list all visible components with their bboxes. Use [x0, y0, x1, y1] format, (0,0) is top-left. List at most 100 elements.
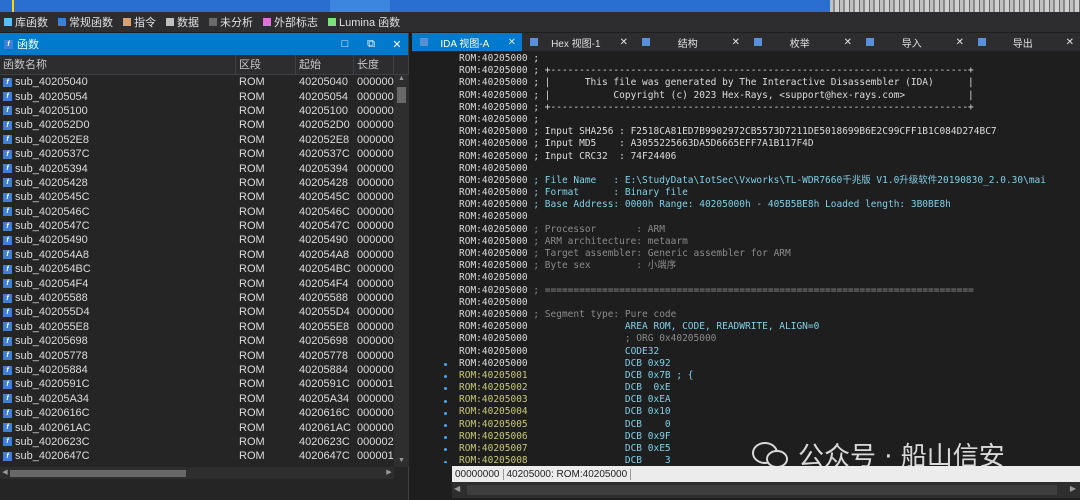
scroll-up-icon[interactable]: ▲ [394, 75, 409, 85]
disasm-line[interactable]: ROM:40205002 DCB 0xE [459, 382, 1079, 394]
tab-0[interactable]: IDA 视图-A ✕ [412, 33, 522, 51]
disasm-line[interactable]: ROM:40205000 CODE32 [459, 346, 1079, 358]
disasm-line[interactable]: ROM:40205000 ; +------------------------… [459, 102, 1079, 114]
disasm-line[interactable]: ROM:40205000 ; Input CRC32 : 74F24406 [459, 151, 1079, 163]
table-row[interactable]: fsub_402054A8ROM402054A80000001 [0, 248, 394, 262]
table-row[interactable]: fsub_40205428ROM402054280000003 [0, 176, 394, 190]
column-header-name[interactable]: 函数名称 [0, 54, 236, 75]
disasm-line[interactable]: ROM:40205004 DCB 0x10 [459, 406, 1079, 418]
close-button[interactable]: ✕ [386, 38, 408, 51]
tab-5[interactable]: 导出 ✕ [970, 33, 1080, 51]
start-cell: 40205490 [299, 234, 348, 247]
close-icon[interactable]: ✕ [508, 37, 516, 48]
table-row[interactable]: fsub_40205A34ROM40205A340000006 [0, 392, 394, 406]
navigation-band[interactable] [0, 0, 1080, 12]
scroll-down-icon[interactable]: ▼ [394, 457, 409, 467]
table-row[interactable]: fsub_4020546CROM4020546C0000008 [0, 205, 394, 219]
table-row[interactable]: fsub_402055D4ROM402055D40000001 [0, 305, 394, 319]
table-row[interactable]: fsub_402052E8ROM402052E80000009 [0, 133, 394, 147]
disasm-line[interactable]: ROM:40205000 AREA ROM, CODE, READWRITE, … [459, 321, 1079, 333]
table-row[interactable]: fsub_40205490ROM402054900000001 [0, 233, 394, 247]
table-row[interactable]: fsub_40205100ROM402051000000000 [0, 104, 394, 118]
tab-2[interactable]: 结构 ✕ [634, 33, 746, 51]
table-row[interactable]: fsub_402055E8ROM402055E80000008 [0, 320, 394, 334]
disasm-line[interactable]: ROM:40205000 ; Target assembler: Generic… [459, 248, 1079, 260]
function-icon: f [3, 77, 12, 87]
disasm-line[interactable]: ROM:40205000 ; Processor : ARM [459, 224, 1079, 236]
scrollbar-thumb[interactable] [10, 470, 186, 477]
table-row[interactable]: fsub_40205040ROM402050400000001 [0, 75, 394, 89]
scrollbar-thumb[interactable] [467, 485, 1057, 495]
close-icon[interactable]: ✕ [844, 37, 852, 48]
disasm-horizontal-scrollbar[interactable]: ◀ ▶ [452, 482, 1080, 498]
disasm-line[interactable]: ROM:40205005 DCB 0 [459, 419, 1079, 431]
scroll-left-icon[interactable]: ◀ [0, 467, 10, 479]
disassembly-listing[interactable]: ROM:40205000 ; ROM:40205000 ; +----------… [459, 53, 1079, 463]
functions-vertical-scrollbar[interactable]: ▲ ▼ [394, 75, 409, 467]
float-button[interactable]: ⧉ [360, 38, 382, 51]
table-row[interactable]: fsub_40205054ROM402050540000001 [0, 89, 394, 103]
tab-3[interactable]: 枚举 ✕ [746, 33, 858, 51]
table-row[interactable]: fsub_4020545CROM4020545C0000008 [0, 190, 394, 204]
tab-4[interactable]: 导入 ✕ [858, 33, 970, 51]
table-row[interactable]: fsub_4020547CROM4020547C0000001 [0, 219, 394, 233]
close-icon[interactable]: ✕ [732, 37, 740, 48]
functions-horizontal-scrollbar[interactable]: ◀ ▶ [0, 467, 394, 479]
disasm-line[interactable]: ROM:40205000 DCB 0x92 [459, 358, 1079, 370]
disasm-line[interactable]: ROM:40205000 ; | Copyright (c) 2023 Hex-… [459, 90, 1079, 102]
table-row[interactable]: fsub_40205778ROM402057780000000 [0, 348, 394, 362]
scroll-right-icon[interactable]: ▶ [384, 467, 394, 479]
function-icon: f [3, 192, 12, 202]
disasm-line[interactable]: ROM:40205000 ; | This file was generated… [459, 77, 1079, 89]
table-row[interactable]: fsub_402054F4ROM402054F40000009 [0, 276, 394, 290]
scrollbar-thumb[interactable] [397, 87, 406, 103]
disasm-line[interactable]: ROM:40205000 ; ORG 0x40205000 [459, 333, 1079, 345]
disasm-line[interactable]: ROM:40205000 [459, 163, 1079, 175]
tab-1[interactable]: Hex 视图-1 ✕ [522, 33, 634, 51]
scroll-right-icon[interactable]: ▶ [1070, 484, 1076, 493]
disasm-line[interactable]: ROM:40205000 ; +------------------------… [459, 65, 1079, 77]
ida-disassembly-view[interactable]: ROM:40205000 ; ROM:40205000 ; +----------… [412, 51, 1080, 463]
table-row[interactable]: fsub_4020616CROM4020616C0000003 [0, 406, 394, 420]
disasm-line[interactable]: ROM:40205000 [459, 297, 1079, 309]
column-header-length[interactable]: 长度 [354, 54, 394, 75]
segment-cell: ROM [239, 306, 265, 319]
navigation-cursor[interactable] [12, 0, 14, 12]
table-row[interactable]: fsub_402061ACROM402061AC0000000 [0, 420, 394, 434]
table-row[interactable]: fsub_4020647CROM4020647C000001A [0, 449, 394, 463]
disasm-line[interactable]: ROM:40205001 DCB 0x7B ; { [459, 370, 1079, 382]
disasm-line[interactable]: ROM:40205000 ; Format : Binary file [459, 187, 1079, 199]
disasm-line[interactable]: ROM:40205000 ; Segment type: Pure code [459, 309, 1079, 321]
table-row[interactable]: fsub_40205884ROM402058840000000 [0, 363, 394, 377]
disasm-line[interactable]: ROM:40205003 DCB 0xEA [459, 394, 1079, 406]
disasm-line[interactable]: ROM:40205000 ; [459, 114, 1079, 126]
disasm-line[interactable]: ROM:40205000 ; Byte sex : 小端序 [459, 260, 1079, 272]
disasm-line[interactable]: ROM:40205000 ; File Name : E:\StudyData\… [459, 175, 1079, 187]
disasm-line[interactable]: ROM:40205000 ; Input SHA256 : F2518CA81E… [459, 126, 1079, 138]
table-row[interactable]: fsub_40205394ROM402053940000001 [0, 161, 394, 175]
disasm-line[interactable]: ROM:40205000 ; ARM architecture: metaarm [459, 236, 1079, 248]
disasm-line[interactable]: ROM:40205000 [459, 272, 1079, 284]
table-row[interactable]: fsub_4020623CROM4020623C0000020 [0, 435, 394, 449]
column-header-segment[interactable]: 区段 [236, 54, 296, 75]
table-row[interactable]: fsub_40205698ROM402056980000000 [0, 334, 394, 348]
table-row[interactable]: fsub_402052D0ROM402052D00000001 [0, 118, 394, 132]
scroll-left-icon[interactable]: ◀ [454, 484, 460, 493]
table-row[interactable]: fsub_40205588ROM402055880000001 [0, 291, 394, 305]
table-row[interactable]: fsub_4020537CROM4020537C0000001 [0, 147, 394, 161]
close-icon[interactable]: ✕ [620, 37, 628, 48]
close-icon[interactable]: ✕ [956, 37, 964, 48]
segment-cell: ROM [239, 148, 265, 161]
table-row[interactable]: fsub_402054BCROM402054BC0000003 [0, 262, 394, 276]
close-icon[interactable]: ✕ [1066, 37, 1074, 48]
legend-label: 指令 [134, 17, 156, 29]
disasm-line[interactable]: ROM:40205000 ; =========================… [459, 285, 1079, 297]
disasm-line[interactable]: ROM:40205000 ; [459, 53, 1079, 65]
column-header-start[interactable]: 起始 [296, 54, 354, 75]
tab-label: 导出 [1012, 38, 1033, 50]
maximize-button[interactable]: □ [334, 38, 356, 50]
disasm-line[interactable]: ROM:40205000 ; Base Address: 0000h Range… [459, 199, 1079, 211]
disasm-line[interactable]: ROM:40205000 ; Input MD5 : A3055225663DA… [459, 138, 1079, 150]
disasm-line[interactable]: ROM:40205000 [459, 211, 1079, 223]
table-row[interactable]: fsub_4020591CROM4020591C0000010 [0, 377, 394, 391]
